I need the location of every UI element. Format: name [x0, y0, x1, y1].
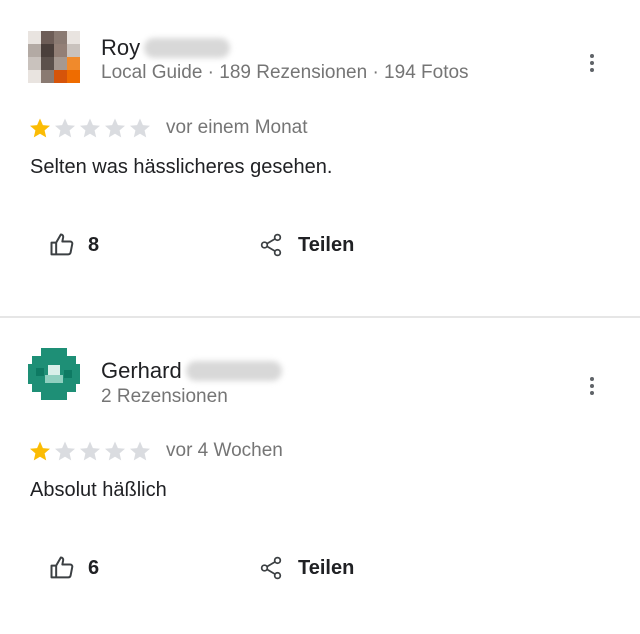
reviewer-name-row[interactable]: Roy: [101, 33, 231, 63]
review-card: Roy Local Guide · 189 Rezensionen · 194 …: [0, 0, 640, 316]
reviewer-meta: 2 Rezensionen: [101, 386, 228, 407]
review-actions: 8 Teilen: [48, 231, 354, 259]
review-text: Selten was hässlicheres gesehen.: [30, 156, 333, 178]
star-icon: [130, 441, 150, 461]
star-rating: [28, 439, 152, 463]
share-button[interactable]: Teilen: [258, 232, 354, 258]
thumb-up-icon: [50, 233, 74, 256]
share-icon: [260, 233, 282, 257]
like-button[interactable]: 6: [48, 554, 99, 582]
reviewer-name[interactable]: Roy: [101, 35, 140, 61]
share-label: Teilen: [298, 233, 355, 256]
redacted-surname: [144, 38, 231, 58]
review-text: Absolut häßlich: [30, 479, 167, 501]
star-icon: [80, 441, 100, 461]
like-count: 6: [88, 556, 100, 579]
rating-row: vor 4 Wochen: [28, 439, 283, 463]
review-time: vor 4 Wochen: [166, 440, 283, 461]
review-actions: 6 Teilen: [48, 554, 354, 582]
rating-row: vor einem Monat: [28, 116, 308, 140]
reviewer-name[interactable]: Gerhard: [101, 358, 182, 384]
star-rating: [28, 116, 152, 140]
reviewer-name-row[interactable]: Gerhard: [101, 356, 282, 386]
like-button[interactable]: 8: [48, 231, 99, 259]
share-icon: [260, 556, 282, 580]
share-button[interactable]: Teilen: [258, 555, 354, 581]
redacted-surname: [185, 361, 282, 381]
star-icon: [105, 118, 125, 138]
star-icon: [80, 118, 100, 138]
star-icon: [55, 118, 75, 138]
star-icon: [55, 441, 75, 461]
more-vert-icon[interactable]: [584, 48, 600, 78]
star-icon: [105, 441, 125, 461]
reviewer-meta: Local Guide · 189 Rezensionen · 194 Foto…: [101, 62, 469, 83]
like-count: 8: [88, 233, 100, 256]
review-time: vor einem Monat: [166, 117, 308, 138]
more-vert-icon[interactable]: [584, 371, 600, 401]
share-label: Teilen: [298, 556, 355, 579]
star-icon: [30, 441, 50, 461]
review-card: Gerhard 2 Rezensionen vor 4 Wochen Absol…: [0, 318, 640, 634]
avatar[interactable]: [28, 31, 80, 83]
avatar[interactable]: [28, 348, 80, 400]
star-icon: [30, 118, 50, 138]
thumb-up-icon: [50, 556, 74, 579]
star-icon: [130, 118, 150, 138]
